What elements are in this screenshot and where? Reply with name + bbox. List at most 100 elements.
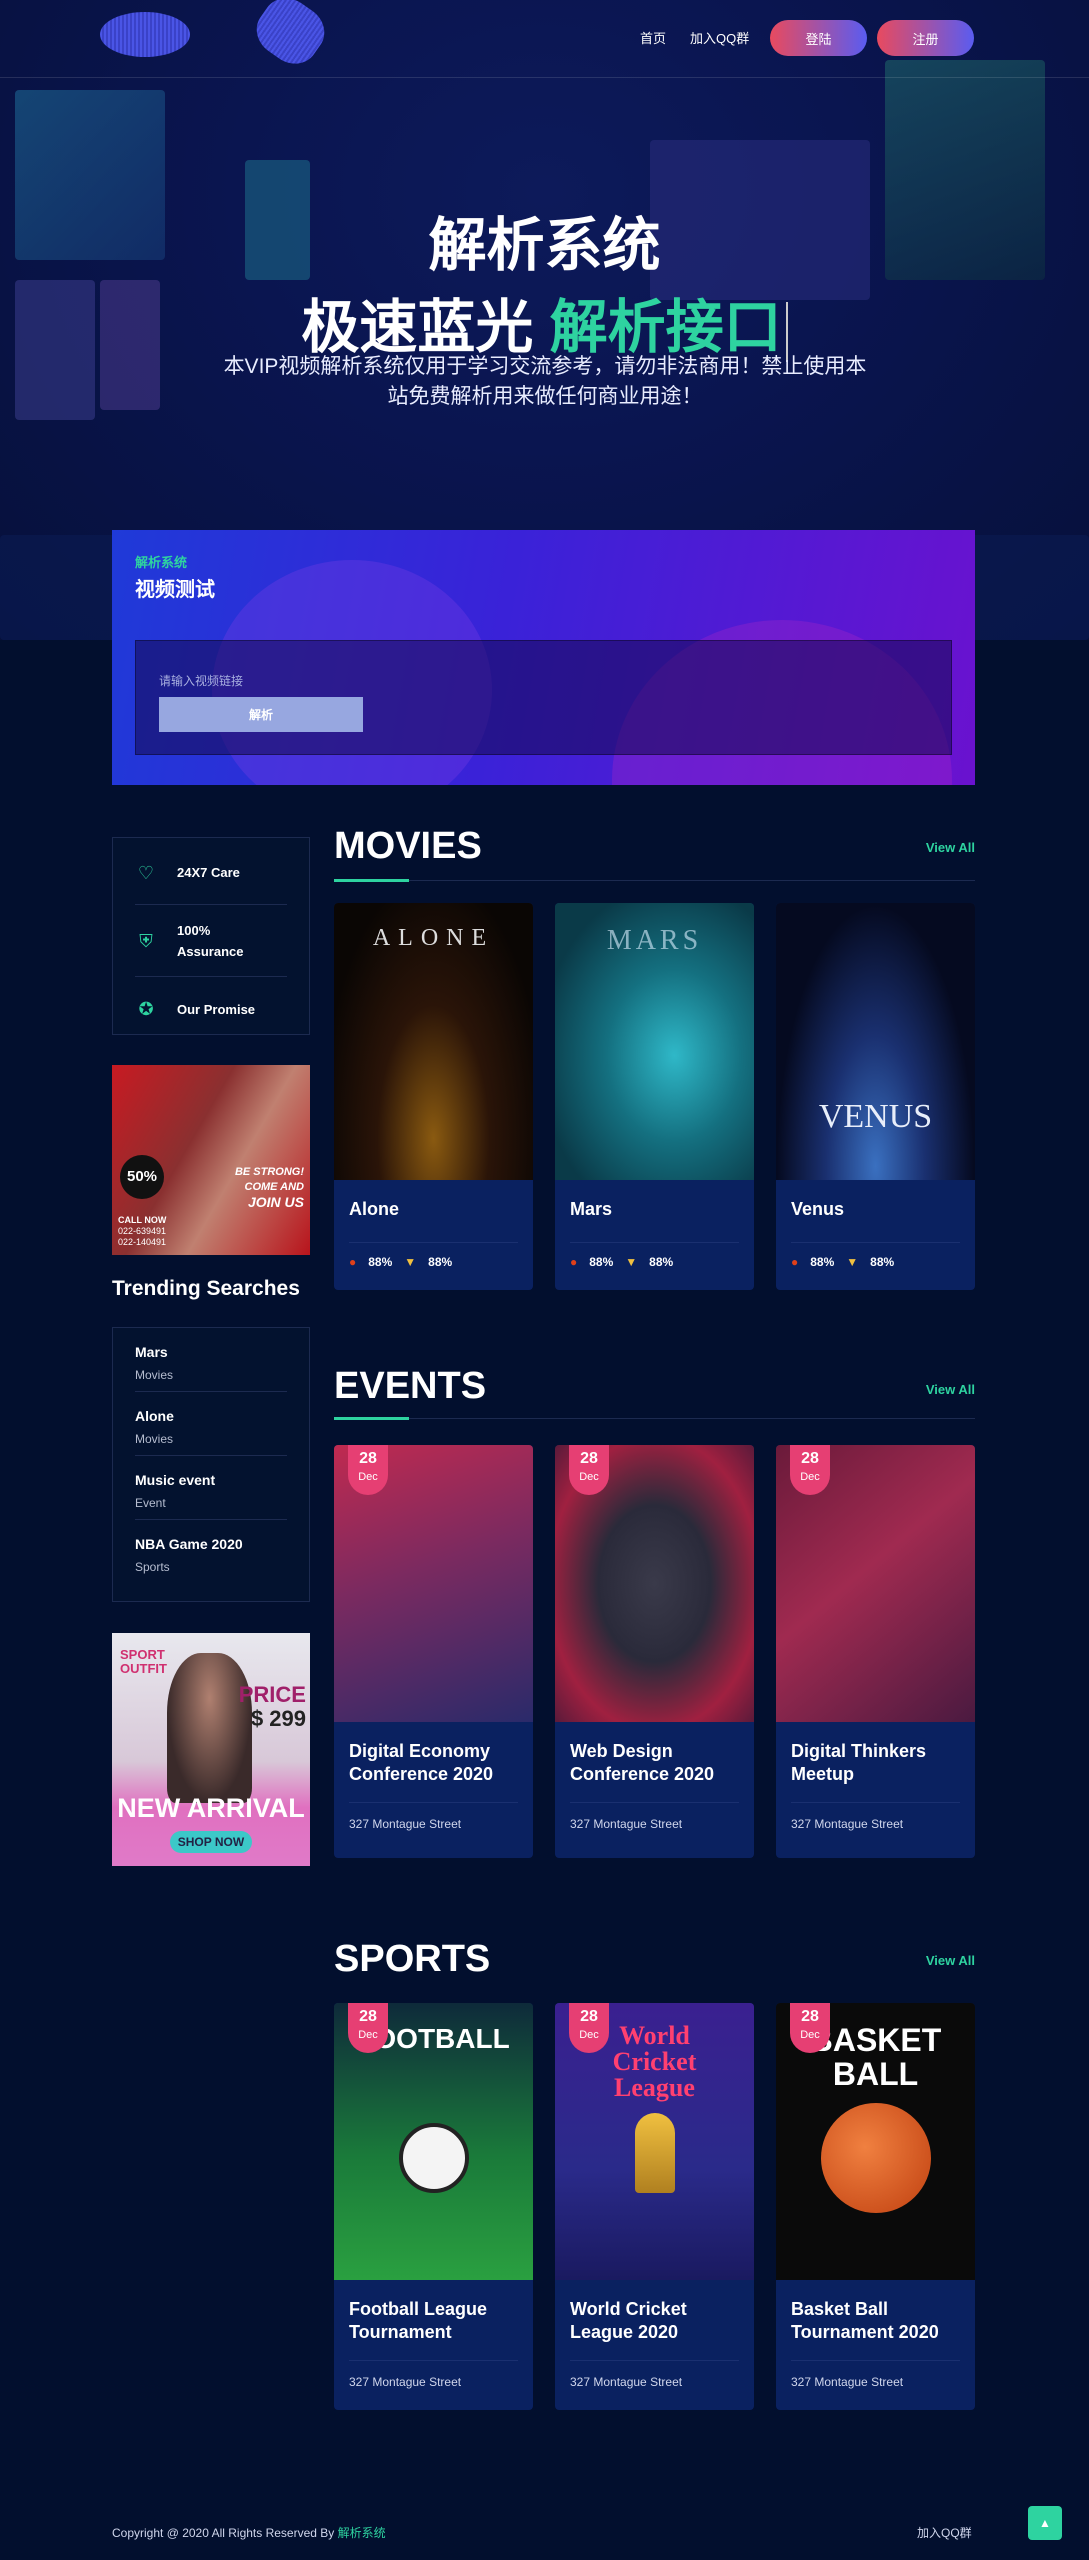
event-image[interactable]: 28 Dec (334, 1445, 533, 1722)
trending-item[interactable]: NBA Game 2020 Sports (135, 1520, 287, 1583)
sport-address: 327 Montague Street (349, 2375, 462, 2389)
feature-label: 100% Assurance (177, 922, 244, 959)
sport-card[interactable]: FOOTBALL 28 Dec Football League Tournament… (334, 2003, 533, 2410)
footer-brand-link[interactable]: 解析系统 (338, 2526, 386, 2540)
parse-button[interactable]: 解析 (159, 697, 363, 732)
sport-address: 327 Montague Street (570, 2375, 683, 2389)
ad-discount: 50% (120, 1155, 164, 1199)
sports-view-all[interactable]: View All (926, 1953, 975, 1968)
events-title: EVENTS (334, 1365, 487, 1407)
poster-title: VENUS (818, 1098, 933, 1135)
feature-item: ✪ Our Promise (135, 977, 287, 1041)
ad-phone: 022-140491 (118, 1237, 167, 1247)
footer-qq-link[interactable]: 加入QQ群 (917, 2524, 972, 2541)
login-button[interactable]: 登陆 (770, 20, 867, 56)
ad-headline: NEW ARRIVAL (117, 1793, 305, 1823)
register-button[interactable]: 注册 (877, 20, 974, 56)
movie-poster[interactable]: VENUS (776, 903, 975, 1180)
ad-tag: SPORT OUTFIT (120, 1647, 167, 1676)
shield-person-icon: ⛨ (139, 930, 153, 951)
event-image[interactable]: 28 Dec (776, 1445, 975, 1722)
sport-card[interactable]: World Cricket League 28 Dec World Cricket … (555, 2003, 754, 2410)
movies-title: MOVIES (334, 825, 482, 867)
movie-card[interactable]: VENUS Venus ● 88% ▼ 88% (776, 903, 975, 1290)
sport-card[interactable]: BASKET BALL 28 Dec Basket Ball Tournament … (776, 2003, 975, 2410)
poster-title: MARS (606, 925, 703, 956)
trending-name[interactable]: NBA Game 2020 (135, 1536, 287, 1552)
movie-title[interactable]: Venus (776, 1180, 975, 1242)
event-title[interactable]: Web Design Conference 2020 (555, 1722, 754, 1802)
event-address: 327 Montague Street (570, 1817, 683, 1831)
panel-kicker: 解析系统 (135, 555, 188, 570)
event-title[interactable]: Digital Economy Conference 2020 (334, 1722, 533, 1802)
poster-title: ALONE (372, 925, 495, 951)
chevron-up-icon: ▲ (1039, 2516, 1051, 2530)
copyright-text: Copyright @ 2020 All Rights Reserved By (112, 2526, 338, 2540)
fashion-ad-banner[interactable]: SPORT OUTFIT PRICE $ 299 NEW ARRIVAL SHOP… (112, 1633, 310, 1866)
movie-poster[interactable]: ALONE (334, 903, 533, 1180)
sport-poster[interactable]: BASKET BALL 28 Dec (776, 2003, 975, 2280)
nav-qq-group[interactable]: 加入QQ群 (690, 28, 749, 47)
trending-item[interactable]: Mars Movies (135, 1328, 287, 1392)
trending-name[interactable]: Mars (135, 1344, 287, 1360)
sports-title: SPORTS (334, 1938, 491, 1980)
sport-title[interactable]: Basket Ball Tournament 2020 (776, 2280, 975, 2360)
trending-name[interactable]: Alone (135, 1408, 287, 1424)
ad-line: COME AND (244, 1181, 304, 1193)
ad-line: BE STRONG! (234, 1166, 304, 1178)
event-card[interactable]: 28 Dec Web Design Conference 2020 327 Mon… (555, 1445, 754, 1858)
popcorn-score: 88% (649, 1255, 674, 1269)
trending-name[interactable]: Music event (135, 1472, 287, 1488)
basketball-image (821, 2103, 931, 2213)
popcorn-icon: ▼ (625, 1255, 638, 1269)
sport-title[interactable]: World Cricket League 2020 (555, 2280, 754, 2360)
date-badge: 28 Dec (790, 2003, 830, 2053)
hero-subtitle-white: 极速蓝光 (301, 295, 534, 360)
event-title[interactable]: Digital Thinkers Meetup (776, 1722, 975, 1802)
footer-copyright: Copyright @ 2020 All Rights Reserved By … (112, 2524, 386, 2541)
movie-title[interactable]: Alone (334, 1180, 533, 1242)
trending-category: Event (135, 1496, 166, 1510)
event-card[interactable]: 28 Dec Digital Thinkers Meetup 327 Montag… (776, 1445, 975, 1858)
movie-card[interactable]: MARS Mars ● 88% ▼ 88% (555, 903, 754, 1290)
movies-view-all[interactable]: View All (926, 840, 975, 855)
tomato-score: 88% (368, 1255, 393, 1269)
gym-ad-banner[interactable]: 50% BE STRONG! COME AND JOIN US CALL NOW 02… (112, 1065, 310, 1255)
tomato-icon: ● (349, 1255, 357, 1269)
tomato-icon: ● (791, 1255, 799, 1269)
event-image[interactable]: 28 Dec (555, 1445, 754, 1722)
section-divider (334, 879, 975, 882)
trending-item[interactable]: Alone Movies (135, 1392, 287, 1456)
feature-label: 24X7 Care (177, 865, 240, 880)
hero-subtitle-green: 解析接口 (549, 295, 782, 360)
movie-poster[interactable]: MARS (555, 903, 754, 1180)
football-image (399, 2123, 469, 2193)
shop-now-button[interactable]: SHOP NOW (170, 1831, 252, 1853)
movie-title[interactable]: Mars (555, 1180, 754, 1242)
section-divider (334, 1417, 975, 1420)
header-divider (0, 77, 1089, 78)
sport-poster[interactable]: FOOTBALL 28 Dec (334, 2003, 533, 2280)
popcorn-icon: ▼ (846, 1255, 859, 1269)
event-card[interactable]: 28 Dec Digital Economy Conference 2020 32… (334, 1445, 533, 1858)
feature-item: ⛨ 100% Assurance (135, 905, 287, 977)
ad-call: CALL NOW (118, 1215, 167, 1225)
trending-category: Sports (135, 1560, 170, 1574)
tomato-score: 88% (589, 1255, 614, 1269)
movie-card[interactable]: ALONE Alone ● 88% ▼ 88% (334, 903, 533, 1290)
popcorn-icon: ▼ (404, 1255, 417, 1269)
feature-item: ♡ 24X7 Care (135, 841, 287, 905)
feature-label: Our Promise (177, 1001, 256, 1017)
logo[interactable] (100, 12, 190, 57)
nav-home[interactable]: 首页 (640, 28, 666, 47)
sport-address: 327 Montague Street (791, 2375, 904, 2389)
back-to-top-button[interactable]: ▲ (1028, 2506, 1062, 2540)
events-view-all[interactable]: View All (926, 1382, 975, 1397)
trending-item[interactable]: Music event Event (135, 1456, 287, 1520)
movie-ratings: ● 88% ▼ 88% (334, 1243, 533, 1281)
features-box: ♡ 24X7 Care ⛨ 100% Assurance ✪ Our Promise (112, 837, 310, 1035)
popcorn-score: 88% (870, 1255, 895, 1269)
video-url-input[interactable] (159, 671, 459, 691)
sport-poster[interactable]: World Cricket League 28 Dec (555, 2003, 754, 2280)
sport-title[interactable]: Football League Tournament (334, 2280, 533, 2360)
